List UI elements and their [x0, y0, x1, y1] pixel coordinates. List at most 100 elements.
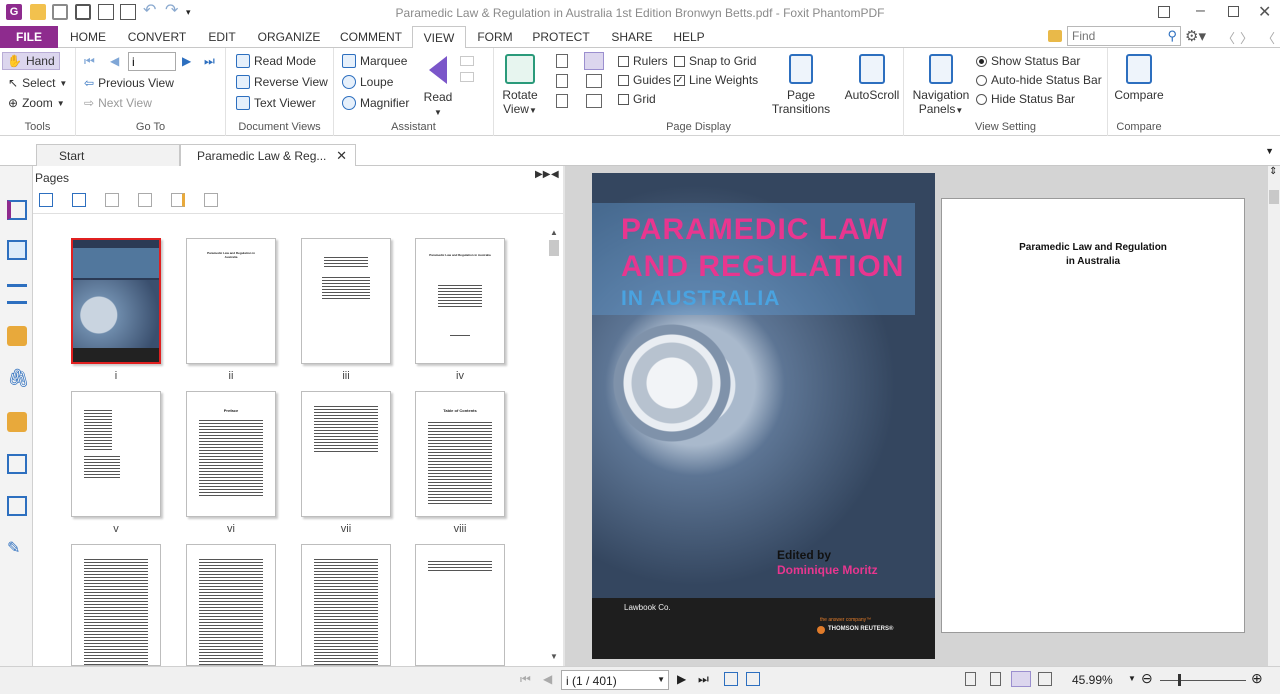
loupe-button[interactable]: Loupe — [342, 75, 393, 89]
read-mode-button[interactable]: Read Mode — [236, 54, 316, 68]
back-icon[interactable]: 〈 — [1222, 28, 1235, 47]
find-box[interactable]: ⚲ — [1067, 26, 1181, 46]
zoom-button[interactable]: ⊕ Zoom ▼ — [8, 96, 65, 110]
snap-to-grid-checkbox[interactable]: Snap to Grid — [674, 54, 756, 68]
layers-icon[interactable] — [7, 284, 27, 304]
tab-current-document[interactable]: Paramedic Law & Reg... ✕ — [180, 144, 356, 166]
tab-view[interactable]: VIEW — [412, 26, 466, 49]
document-scrollbar[interactable]: ⇕ — [1268, 166, 1280, 666]
grid-checkbox[interactable]: Grid — [618, 92, 656, 106]
page-transitions-button[interactable]: Page Transitions — [770, 54, 832, 116]
signatures-icon[interactable] — [7, 454, 27, 474]
find-folder-icon[interactable] — [1048, 30, 1062, 42]
next-page-icon[interactable]: ▶ — [182, 54, 191, 68]
page-thumbnail[interactable] — [301, 391, 391, 517]
security-lock-icon[interactable] — [7, 412, 27, 432]
forward-icon[interactable]: 〉 — [1240, 28, 1253, 47]
zoom-in-thumbnails-icon[interactable] — [39, 193, 53, 207]
minimize-button[interactable]: – — [1196, 2, 1212, 19]
replace-page-icon[interactable] — [171, 193, 185, 207]
facing-icon[interactable] — [584, 52, 604, 70]
rulers-checkbox[interactable]: Rulers — [618, 54, 668, 68]
select-button[interactable]: ↖ Select ▼ — [8, 76, 67, 90]
insert-page-icon[interactable] — [105, 193, 119, 207]
cover-page-icon[interactable] — [586, 94, 602, 108]
page-thumbnail[interactable] — [71, 544, 161, 667]
last-page-icon[interactable]: ⏭ — [204, 54, 215, 69]
attachments-icon[interactable]: 🖇 — [7, 368, 30, 388]
auto-hide-status-bar-radio[interactable]: Auto-hide Status Bar — [976, 73, 1102, 87]
tab-file[interactable]: FILE — [0, 26, 58, 48]
zoom-out-icon[interactable]: ⊖ — [1141, 670, 1153, 687]
search-input[interactable] — [1068, 27, 1158, 45]
page-thumbnail[interactable] — [71, 391, 161, 517]
close-icon[interactable]: ✕ — [336, 145, 347, 167]
scroll-down-icon[interactable]: ▼ — [550, 652, 558, 661]
scroll-up-icon[interactable]: ▲ — [550, 228, 558, 237]
ribbon-display-icon[interactable] — [1158, 6, 1170, 18]
hide-status-bar-radio[interactable]: Hide Status Bar — [976, 92, 1075, 106]
next-view-button[interactable]: ⇨ Next View — [84, 96, 152, 110]
reverse-view-button[interactable]: Reverse View — [236, 75, 328, 89]
content-icon[interactable] — [7, 496, 27, 516]
marquee-button[interactable]: Marquee — [342, 54, 407, 68]
previous-view-button[interactable]: ⇦ Previous View — [84, 76, 174, 90]
hand-button[interactable]: ✋ Hand — [2, 52, 60, 70]
continuous-facing-icon[interactable] — [586, 74, 602, 88]
tab-list-chevron-icon[interactable]: ▼ — [1265, 146, 1274, 156]
zoom-slider[interactable] — [1160, 674, 1246, 686]
text-viewer-button[interactable]: Text Viewer — [236, 96, 316, 110]
tab-help[interactable]: HELP — [668, 26, 710, 48]
compare-button[interactable]: Compare — [1112, 54, 1166, 102]
zoom-slider-thumb[interactable] — [1178, 674, 1181, 686]
split-handle-icon[interactable]: ⇕ — [1269, 166, 1277, 177]
guides-checkbox[interactable]: Guides — [618, 73, 671, 87]
tab-start[interactable]: Start — [36, 144, 180, 166]
page-thumbnail[interactable] — [415, 544, 505, 666]
close-button[interactable]: ✕ — [1258, 2, 1274, 21]
pages-panel-scrollbar[interactable]: ▲ ▼ — [547, 228, 561, 666]
autoscroll-button[interactable]: AutoScroll — [844, 54, 900, 102]
rotate-view-button[interactable]: Rotate View▼ — [498, 54, 542, 118]
magnifier-button[interactable]: Magnifier — [342, 96, 409, 110]
page-thumbnail[interactable]: Paramedic Law and Regulation in Australi… — [415, 238, 505, 364]
zoom-out-thumbnails-icon[interactable] — [72, 193, 86, 207]
facing-view-icon[interactable] — [1011, 671, 1031, 687]
gear-icon[interactable]: ⚙▾ — [1185, 27, 1206, 45]
destinations-icon[interactable]: ✎ — [7, 538, 27, 558]
read-button[interactable]: Read ▼ — [420, 54, 456, 120]
pages-icon[interactable] — [7, 240, 27, 260]
last-page-icon[interactable]: ⏭ — [698, 672, 709, 687]
single-page-view-icon[interactable] — [965, 672, 976, 686]
single-page-icon[interactable] — [556, 54, 568, 68]
line-weights-checkbox[interactable]: ✓ Line Weights — [674, 73, 758, 87]
zoom-in-icon[interactable]: ⊕ — [1251, 670, 1263, 687]
previous-page-icon[interactable]: ◀ — [543, 672, 552, 686]
read-options-icon[interactable] — [460, 56, 484, 96]
bookmarks-icon[interactable] — [7, 200, 27, 220]
show-status-bar-radio[interactable]: Show Status Bar — [976, 54, 1080, 68]
page-thumbnail[interactable]: Table of Contents — [415, 391, 505, 517]
tab-form[interactable]: FORM — [472, 26, 518, 48]
zoom-dropdown-icon[interactable]: ▼ — [1128, 674, 1136, 683]
tab-organize[interactable]: ORGANIZE — [252, 26, 326, 48]
page-thumbnail[interactable] — [71, 238, 161, 364]
page-indicator-select[interactable]: i (1 / 401) ▼ — [561, 670, 669, 690]
extract-page-icon[interactable] — [138, 193, 152, 207]
expand-panel-icon[interactable]: ▶▶ — [535, 169, 550, 180]
scrollbar-thumb[interactable] — [549, 240, 559, 256]
continuous-facing-view-icon[interactable] — [1038, 672, 1052, 686]
fit-page-icon[interactable] — [724, 672, 738, 686]
continuous-icon[interactable] — [556, 74, 568, 88]
search-icon[interactable]: ⚲ — [1167, 28, 1177, 44]
page-thumbnail[interactable]: Paramedic Law and Regulation in Australi… — [186, 238, 276, 364]
tab-edit[interactable]: EDIT — [200, 26, 244, 48]
tab-convert[interactable]: CONVERT — [122, 26, 192, 48]
page-thumbnail[interactable] — [301, 544, 391, 667]
tab-protect[interactable]: PROTECT — [526, 26, 596, 48]
next-page-icon[interactable]: ▶ — [677, 672, 686, 686]
page-number-input[interactable] — [128, 52, 176, 71]
first-page-icon[interactable]: ⏮ — [84, 54, 95, 69]
delete-page-icon[interactable] — [204, 193, 218, 207]
tab-comment[interactable]: COMMENT — [334, 26, 408, 48]
